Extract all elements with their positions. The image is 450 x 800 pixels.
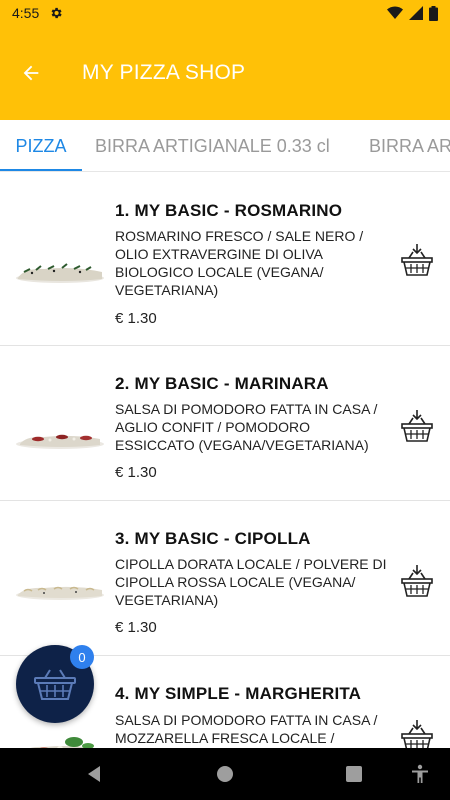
battery-icon [429,5,438,21]
add-to-cart-basket-icon[interactable] [400,563,434,599]
tab-birra-partial[interactable]: BIRRA AR [369,120,450,171]
product-description: SALSA DI POMODORO FATTA IN CASA / MOZZAR… [115,712,378,746]
circle-home-icon [217,766,233,782]
cart-count-badge: 0 [70,645,94,669]
add-to-cart-basket-icon[interactable] [400,718,434,748]
product-price: € 1.30 [115,464,157,481]
tab-label: PIZZA [15,135,67,156]
pizza-marinara-image [16,434,104,449]
page-title: MY PIZZA SHOP [82,61,246,84]
product-name: 1. MY BASIC - ROSMARINO [115,201,343,220]
wifi-icon [387,6,403,19]
pizza-rosmarino-image [16,263,104,283]
nav-recents-button[interactable] [342,762,366,786]
product-price: € 1.30 [115,619,157,636]
tab-label: BIRRA ARTIGIANALE 0.33 cl [95,135,330,156]
tab-pizza[interactable]: PIZZA [0,120,82,171]
list-item[interactable]: 2. MY BASIC - MARINARA SALSA DI POMODORO… [0,346,450,501]
add-to-cart-basket-icon[interactable] [400,242,434,278]
settings-gear-icon [51,7,62,19]
status-time: 4:55 [12,5,40,21]
app-bar: MY PIZZA SHOP [0,26,450,120]
list-item[interactable]: 1. MY BASIC - ROSMARINO ROSMARINO FRESCO… [0,172,450,346]
product-price: € 1.30 [115,310,157,327]
square-recents-icon [346,766,362,782]
shopping-basket-icon [34,669,76,700]
cell-signal-icon [409,6,423,20]
tab-birra-artigianale[interactable]: BIRRA ARTIGIANALE 0.33 cl [95,120,330,171]
back-button[interactable] [16,58,46,88]
product-name: 4. MY SIMPLE - MARGHERITA [115,684,362,703]
system-navigation-bar [0,748,450,800]
pizza-margherita-image [30,737,94,748]
tab-label: BIRRA AR [369,135,450,156]
product-name: 2. MY BASIC - MARINARA [115,374,329,393]
nav-home-button[interactable] [213,762,237,786]
product-description: ROSMARINO FRESCO / SALE NERO / OLIO EXTR… [115,228,364,298]
product-name: 3. MY BASIC - CIPOLLA [115,529,311,548]
nav-accessibility-button[interactable] [408,762,432,786]
product-description: SALSA DI POMODORO FATTA IN CASA / AGLIO … [115,401,378,453]
pizza-cipolla-image [16,586,104,600]
triangle-back-icon [88,766,100,782]
list-item[interactable]: 3. MY BASIC - CIPOLLA CIPOLLA DORATA LOC… [0,501,450,656]
add-to-cart-basket-icon[interactable] [400,408,434,444]
nav-back-button[interactable] [82,762,106,786]
arrow-back-icon [23,65,39,81]
accessibility-icon [412,764,428,783]
status-bar: 4:55 [0,0,450,26]
product-description: CIPOLLA DORATA LOCALE / POLVERE DI CIPOL… [115,556,387,608]
category-tabs: PIZZA BIRRA ARTIGIANALE 0.33 cl BIRRA AR [0,120,450,172]
